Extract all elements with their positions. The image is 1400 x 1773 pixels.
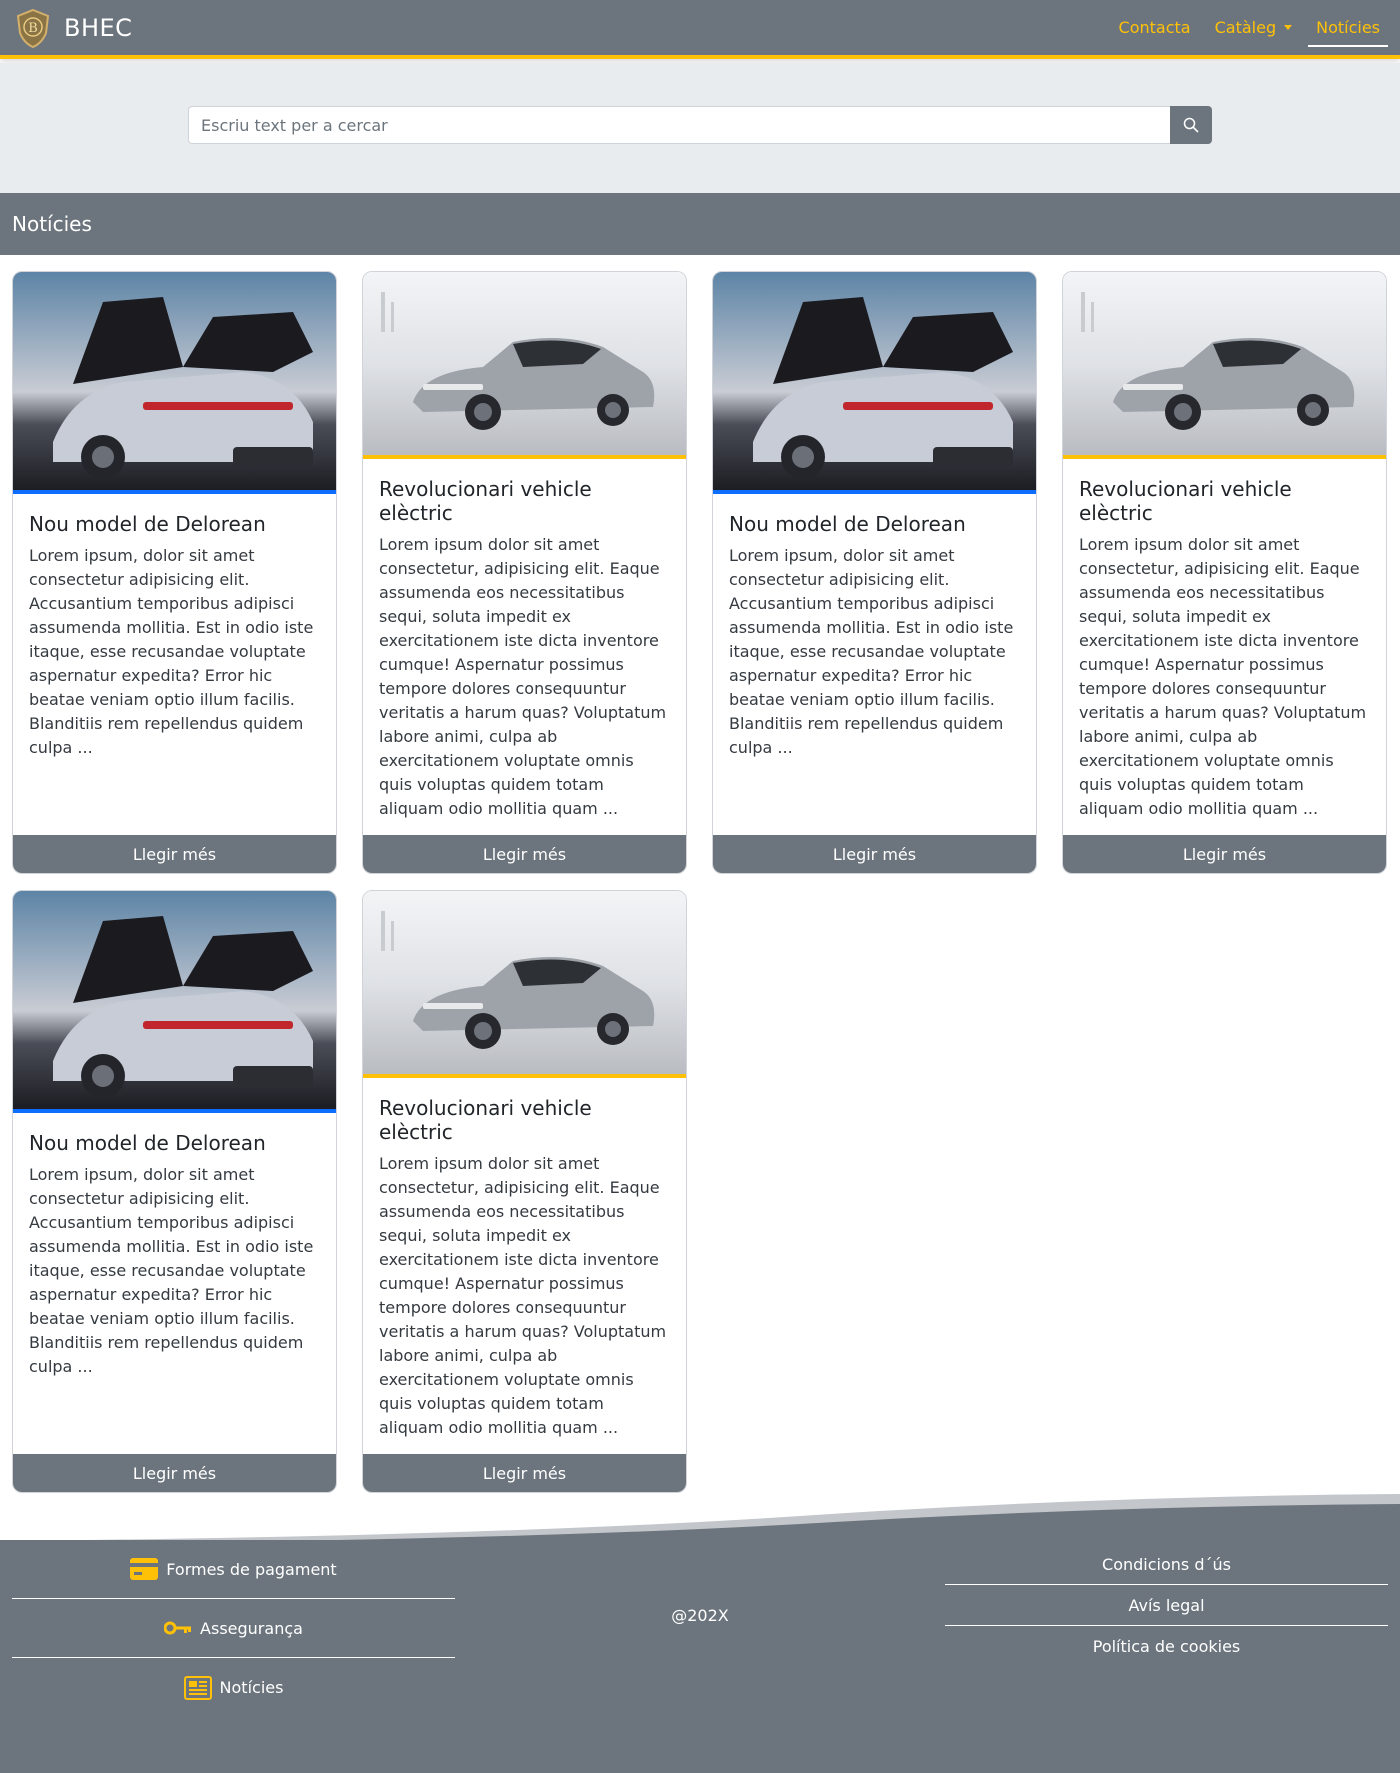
footer-link-terms[interactable]: Condicions d´ús [945, 1544, 1388, 1585]
footer-link-cookies[interactable]: Política de cookies [945, 1626, 1388, 1667]
card-text: Lorem ipsum, dolor sit amet consectetur … [29, 1165, 314, 1376]
nav-link-contacta[interactable]: Contacta [1111, 0, 1199, 55]
card-title: Nou model de Delorean [29, 1131, 266, 1155]
footer-wave [0, 1494, 1400, 1546]
search-section [0, 63, 1400, 193]
footer-link-label: Assegurança [200, 1618, 303, 1638]
news-card: Revolucionari vehicle elèctric Lorem ips… [362, 271, 687, 874]
card-text: Lorem ipsum dolor sit amet consectetur, … [379, 535, 667, 818]
credit-card-icon [130, 1558, 159, 1580]
card-text: Lorem ipsum dolor sit amet consectetur, … [379, 1154, 667, 1437]
nav-link-label: Contacta [1118, 18, 1191, 37]
copyright: @202X [671, 1605, 729, 1625]
brand-name: BHEC [64, 13, 133, 42]
footer-link-label: Notícies [219, 1678, 284, 1697]
electric-car-image [1063, 272, 1386, 459]
navbar: B BHEC Contacta Catàleg Notícies [0, 0, 1400, 59]
card-title: Revolucionari vehicle elèctric [379, 1096, 592, 1144]
brand[interactable]: B BHEC [12, 7, 132, 49]
footer-link-insurance[interactable]: Assegurança [12, 1599, 455, 1658]
shield-logo-icon: B [16, 8, 50, 48]
delorean-car-image [713, 272, 1036, 494]
footer-link-legal[interactable]: Avís legal [945, 1585, 1388, 1626]
read-more-button[interactable]: Llegir més [363, 835, 686, 873]
electric-car-image [363, 891, 686, 1078]
search-input[interactable] [188, 106, 1170, 144]
search-group [188, 106, 1212, 144]
read-more-button[interactable]: Llegir més [713, 835, 1036, 873]
footer-left-column: Formes de pagament Assegurança Notícies [12, 1540, 455, 1717]
read-more-button[interactable]: Llegir més [1063, 835, 1386, 873]
key-icon [164, 1621, 192, 1635]
delorean-car-image [13, 891, 336, 1113]
nav-links: Contacta Catàleg Notícies [1103, 0, 1388, 55]
nav-link-label: Catàleg [1214, 18, 1277, 37]
news-card: Revolucionari vehicle elèctric Lorem ips… [362, 890, 687, 1493]
card-title: Revolucionari vehicle elèctric [1079, 477, 1292, 525]
news-card: Nou model de Delorean Lorem ipsum, dolor… [12, 271, 337, 874]
section-header: Notícies [0, 193, 1400, 255]
footer-right-column: Condicions d´ús Avís legal Política de c… [945, 1540, 1388, 1667]
nav-link-label: Notícies [1316, 18, 1380, 37]
footer-link-payment[interactable]: Formes de pagament [12, 1540, 455, 1599]
read-more-button[interactable]: Llegir més [13, 835, 336, 873]
news-card: Revolucionari vehicle elèctric Lorem ips… [1062, 271, 1387, 874]
card-title: Revolucionari vehicle elèctric [379, 477, 592, 525]
footer: Formes de pagament Assegurança Notícies [0, 1540, 1400, 1773]
card-text: Lorem ipsum, dolor sit amet consectetur … [29, 546, 314, 757]
news-card: Nou model de Delorean Lorem ipsum, dolor… [712, 271, 1037, 874]
newspaper-icon [183, 1675, 212, 1700]
card-text: Lorem ipsum dolor sit amet consectetur, … [1079, 535, 1367, 818]
nav-link-cataleg-dropdown[interactable]: Catàleg [1207, 0, 1301, 55]
footer-link-label: Formes de pagament [166, 1559, 337, 1579]
nav-link-noticies[interactable]: Notícies [1308, 0, 1388, 55]
delorean-car-image [13, 272, 336, 494]
section-title: Notícies [12, 212, 92, 236]
search-icon [1183, 117, 1199, 133]
footer-link-news[interactable]: Notícies [12, 1658, 455, 1717]
search-button[interactable] [1170, 106, 1212, 144]
caret-down-icon [1284, 25, 1293, 30]
news-card: Nou model de Delorean Lorem ipsum, dolor… [12, 890, 337, 1493]
card-text: Lorem ipsum, dolor sit amet consectetur … [729, 546, 1014, 757]
card-title: Nou model de Delorean [729, 512, 966, 536]
card-title: Nou model de Delorean [29, 512, 266, 536]
electric-car-image [363, 272, 686, 459]
svg-text:B: B [28, 21, 38, 36]
